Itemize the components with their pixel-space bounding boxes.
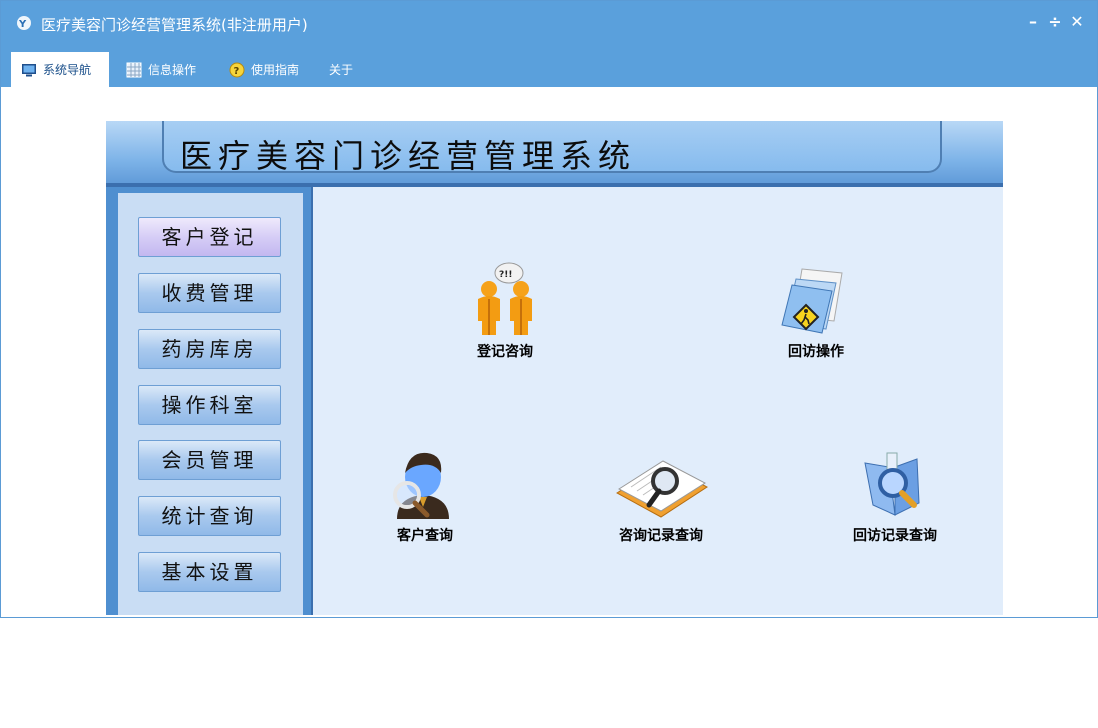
sidebar-item-pharmacy[interactable]: 药房库房 bbox=[138, 329, 281, 369]
navigation-panel: 医疗美容门诊经营管理系统 客户登记 收费管理 药房库房 操作科室 会员管理 统计… bbox=[106, 121, 1003, 615]
book-search-icon bbox=[616, 460, 708, 518]
folder-walk-icon bbox=[781, 268, 843, 334]
grid-icon bbox=[126, 62, 142, 77]
sidebar-item-statistics[interactable]: 统计查询 bbox=[138, 496, 281, 536]
close-button[interactable]: ✕ bbox=[1069, 13, 1085, 31]
customer-query-button[interactable]: 客户查询 bbox=[355, 449, 495, 545]
sidebar-item-membership[interactable]: 会员管理 bbox=[138, 440, 281, 480]
minimize-button[interactable]: – bbox=[1025, 13, 1041, 31]
monitor-icon bbox=[22, 63, 36, 76]
help-icon: ? bbox=[229, 62, 245, 77]
blue-search-icon bbox=[864, 452, 920, 516]
svg-text:?: ? bbox=[234, 66, 240, 77]
consult-people-icon: ?!! bbox=[478, 262, 532, 335]
consult-registration-button[interactable]: ?!! 登记咨询 bbox=[435, 261, 575, 361]
banner: 医疗美容门诊经营管理系统 bbox=[106, 121, 1003, 187]
title-bar[interactable]: Y 医疗美容门诊经营管理系统(非注册用户) – ÷ ✕ bbox=[1, 1, 1097, 44]
follow-up-operation-button[interactable]: 回访操作 bbox=[746, 261, 886, 361]
sidebar-item-customer-registration[interactable]: 客户登记 bbox=[138, 217, 281, 257]
menu-user-guide[interactable]: ? 使用指南 bbox=[219, 52, 309, 87]
sidebar-item-operation-dept[interactable]: 操作科室 bbox=[138, 385, 281, 425]
function-label: 客户查询 bbox=[397, 528, 453, 544]
menu-system-navigation[interactable]: 系统导航 bbox=[11, 52, 109, 87]
user-search-icon bbox=[393, 452, 449, 519]
function-area: ?!! 登记咨询 回访操作 客户查询 咨询记录查询 回访记录查询 bbox=[311, 187, 1003, 615]
svg-text:Y: Y bbox=[18, 19, 27, 30]
restore-button[interactable]: ÷ bbox=[1047, 13, 1063, 31]
menu-label: 信息操作 bbox=[148, 63, 197, 77]
function-label: 咨询记录查询 bbox=[619, 528, 703, 544]
sidebar: 客户登记 收费管理 药房库房 操作科室 会员管理 统计查询 基本设置 bbox=[106, 187, 311, 615]
function-label: 登记咨询 bbox=[477, 344, 533, 360]
sidebar-item-settings[interactable]: 基本设置 bbox=[138, 552, 281, 592]
app-logo-icon: Y bbox=[17, 16, 31, 30]
svg-text:?!!: ?!! bbox=[499, 270, 512, 280]
function-label: 回访记录查询 bbox=[853, 528, 937, 544]
follow-up-record-query-button[interactable]: 回访记录查询 bbox=[825, 449, 965, 545]
menu-label: 使用指南 bbox=[251, 63, 300, 77]
window-title: 医疗美容门诊经营管理系统(非注册用户) bbox=[41, 16, 308, 34]
app-window: Y 医疗美容门诊经营管理系统(非注册用户) – ÷ ✕ 系统导航 信息操作 ? … bbox=[0, 0, 1098, 618]
menu-info-operation[interactable]: 信息操作 bbox=[116, 52, 206, 87]
menu-label: 关于 bbox=[329, 63, 354, 77]
sidebar-item-billing[interactable]: 收费管理 bbox=[138, 273, 281, 313]
menu-about[interactable]: 关于 bbox=[319, 52, 363, 87]
menu-label: 系统导航 bbox=[43, 63, 92, 77]
function-label: 回访操作 bbox=[788, 344, 844, 360]
content-area: 医疗美容门诊经营管理系统 客户登记 收费管理 药房库房 操作科室 会员管理 统计… bbox=[1, 87, 1097, 617]
banner-title: 医疗美容门诊经营管理系统 bbox=[180, 137, 637, 175]
menu-bar: 系统导航 信息操作 ? 使用指南 关于 bbox=[1, 44, 1097, 87]
consult-record-query-button[interactable]: 咨询记录查询 bbox=[591, 449, 731, 545]
